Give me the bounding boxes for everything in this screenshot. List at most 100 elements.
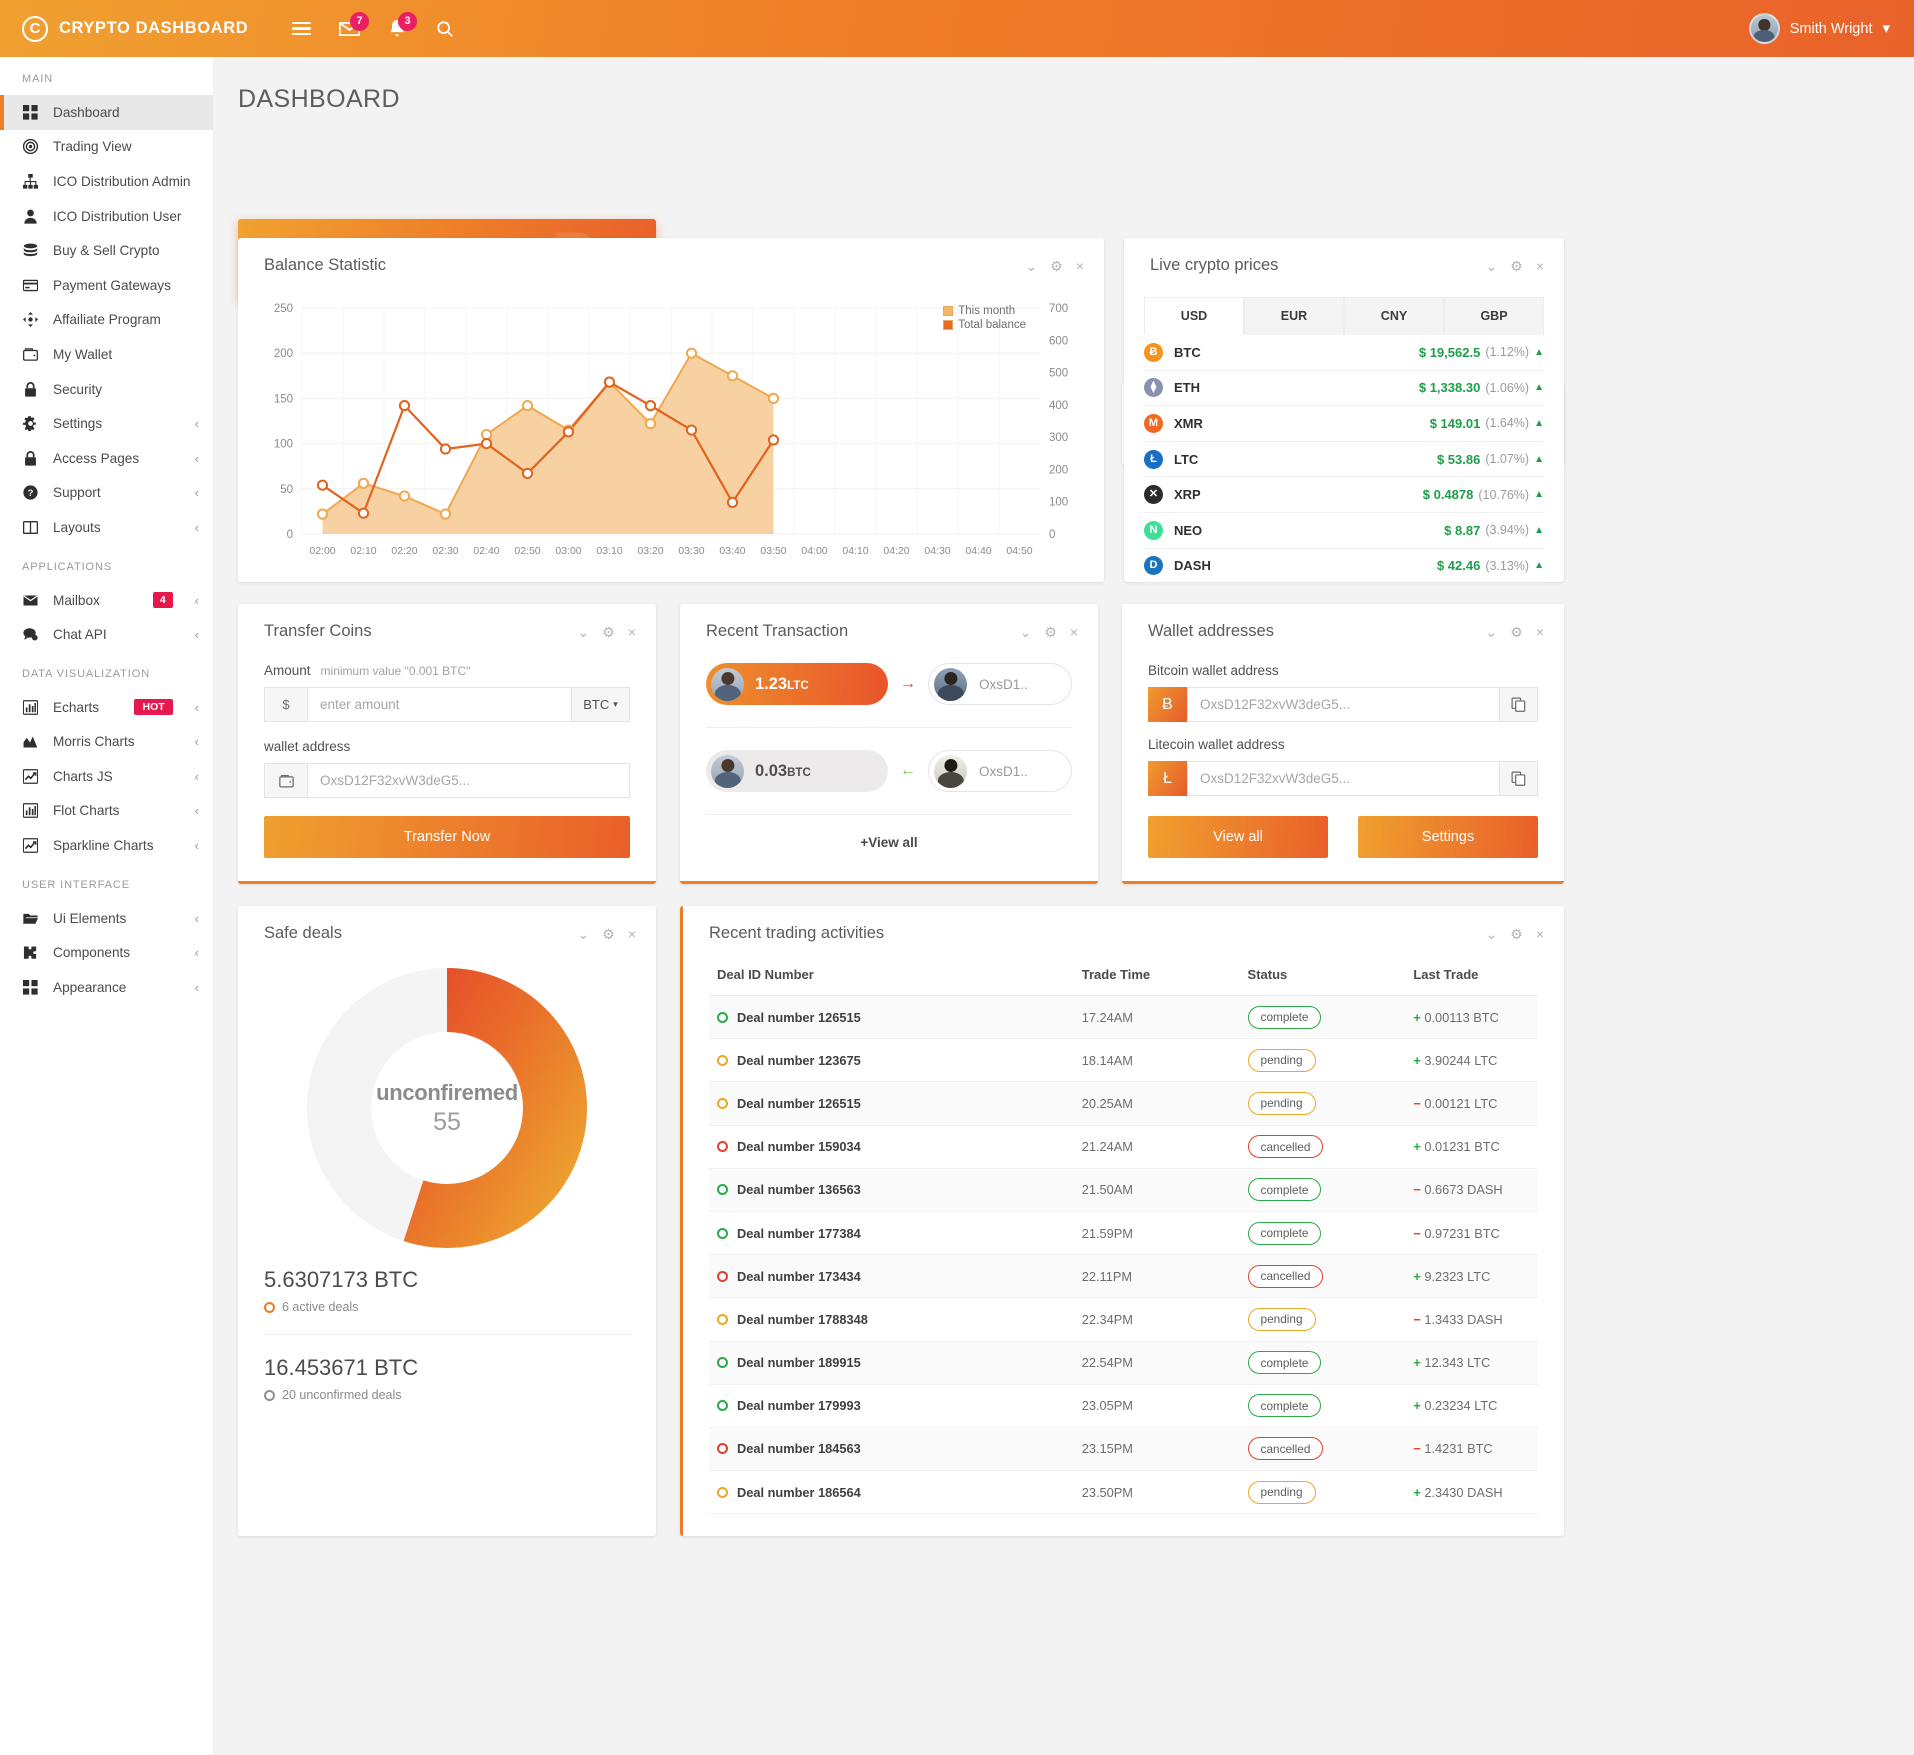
sidebar-item-ico-distribution-admin[interactable]: ICO Distribution Admin (0, 164, 213, 199)
search-icon[interactable] (434, 16, 456, 42)
close-icon[interactable]: × (1536, 625, 1544, 639)
settings-button[interactable]: Settings (1358, 816, 1538, 858)
litecoin-address-input[interactable] (1200, 771, 1487, 786)
collapse-icon[interactable]: ⌄ (1026, 259, 1038, 273)
sidebar-item-buy-sell-crypto[interactable]: Buy & Sell Crypto (0, 233, 213, 268)
sidebar-item-payment-gateways[interactable]: Payment Gateways (0, 268, 213, 303)
transaction-row[interactable]: 0.03BTC ← OxsD1.. (680, 750, 1098, 792)
chevron-left-icon[interactable]: ‹ (195, 628, 199, 641)
sidebar-item-echarts[interactable]: Echarts HOT ‹ (0, 690, 213, 725)
sidebar-item-morris-charts[interactable]: Morris Charts ‹ (0, 725, 213, 760)
view-all-button[interactable]: View all (1148, 816, 1328, 858)
sidebar-item-components[interactable]: Components ‹ (0, 935, 213, 970)
crypto-price-row[interactable]: Ł LTC $ 53.86 (1.07%) ▲ (1144, 442, 1544, 478)
sidebar-item-security[interactable]: Security (0, 372, 213, 407)
table-row[interactable]: Deal number 189915 22.54PM complete + 12.34… (709, 1341, 1538, 1385)
chevron-left-icon[interactable]: ‹ (195, 521, 199, 534)
sidebar-item-dashboard[interactable]: Dashboard (0, 95, 213, 130)
sidebar-item-ico-distribution-user[interactable]: ICO Distribution User (0, 199, 213, 234)
sidebar-item-settings[interactable]: Settings ‹ (0, 406, 213, 441)
sidebar-item-ui-elements[interactable]: Ui Elements ‹ (0, 901, 213, 936)
gear-icon[interactable]: ⚙ (1050, 259, 1063, 273)
view-all-link[interactable]: +View all (680, 835, 1098, 850)
sidebar-item-mailbox[interactable]: Mailbox 4 ‹ (0, 583, 213, 618)
copy-icon[interactable] (1500, 687, 1538, 722)
sidebar-item-charts-js[interactable]: Charts JS ‹ (0, 759, 213, 794)
table-row[interactable]: Deal number 126515 20.25AM pending − 0.0012… (709, 1081, 1538, 1126)
chevron-left-icon[interactable]: ‹ (195, 701, 199, 714)
chevron-left-icon[interactable]: ‹ (195, 804, 199, 817)
chevron-left-icon[interactable]: ‹ (195, 486, 199, 499)
envelope-icon[interactable]: 7 (338, 11, 369, 42)
close-icon[interactable]: × (1536, 259, 1544, 273)
collapse-icon[interactable]: ⌄ (1486, 927, 1498, 941)
transfer-now-button[interactable]: Transfer Now (264, 816, 630, 858)
amount-input[interactable] (320, 697, 559, 712)
gear-icon[interactable]: ⚙ (1510, 625, 1523, 639)
collapse-icon[interactable]: ⌄ (1486, 625, 1498, 639)
tab-eur[interactable]: EUR (1244, 297, 1344, 335)
collapse-icon[interactable]: ⌄ (1486, 259, 1498, 273)
crypto-price-row[interactable]: N NEO $ 8.87 (3.94%) ▲ (1144, 513, 1544, 549)
chevron-left-icon[interactable]: ‹ (195, 417, 199, 430)
sidebar-item-chat-api[interactable]: Chat API ‹ (0, 617, 213, 652)
table-row[interactable]: Deal number 126515 17.24AM complete + 0.001… (709, 995, 1538, 1040)
gear-icon[interactable]: ⚙ (1510, 259, 1523, 273)
collapse-icon[interactable]: ⌄ (1020, 625, 1032, 639)
gear-icon[interactable]: ⚙ (1510, 927, 1523, 941)
chevron-left-icon[interactable]: ‹ (195, 735, 199, 748)
sidebar-item-layouts[interactable]: Layouts ‹ (0, 510, 213, 545)
tab-gbp[interactable]: GBP (1444, 297, 1544, 335)
chevron-left-icon[interactable]: ‹ (195, 839, 199, 852)
crypto-price-row[interactable]: D DASH $ 42.46 (3.13%) ▲ (1144, 549, 1544, 585)
bitcoin-address-input[interactable] (1200, 697, 1487, 712)
close-icon[interactable]: × (1076, 259, 1084, 273)
close-icon[interactable]: × (628, 625, 636, 639)
table-row[interactable]: Deal number 177384 21.59PM complete − 0.972… (709, 1211, 1538, 1256)
sidebar-item-flot-charts[interactable]: Flot Charts ‹ (0, 794, 213, 829)
close-icon[interactable]: × (1070, 625, 1078, 639)
sidebar-item-my-wallet[interactable]: My Wallet (0, 337, 213, 372)
table-row[interactable]: Deal number 179993 23.05PM complete + 0.232… (709, 1384, 1538, 1428)
table-row[interactable]: Deal number 136563 21.50AM complete − 0.667… (709, 1168, 1538, 1212)
gear-icon[interactable]: ⚙ (602, 927, 615, 941)
sidebar-item-appearance[interactable]: Appearance ‹ (0, 970, 213, 1005)
sidebar-item-access-pages[interactable]: Access Pages ‹ (0, 441, 213, 476)
brand[interactable]: C CRYPTO DASHBOARD (0, 0, 260, 57)
tab-usd[interactable]: USD (1144, 297, 1244, 335)
crypto-price-row[interactable]: Ƀ BTC $ 19,562.5 (1.12%) ▲ (1144, 335, 1544, 371)
chevron-left-icon[interactable]: ‹ (195, 452, 199, 465)
collapse-icon[interactable]: ⌄ (578, 927, 590, 941)
table-row[interactable]: Deal number 184563 23.15PM cancelled − 1.42… (709, 1427, 1538, 1472)
sidebar-item-affailiate-program[interactable]: Affailiate Program (0, 303, 213, 338)
table-row[interactable]: Deal number 123675 18.14AM pending + 3.9024… (709, 1038, 1538, 1083)
hamburger-icon[interactable] (290, 16, 312, 42)
gear-icon[interactable]: ⚙ (602, 625, 615, 639)
table-row[interactable]: Deal number 159034 21.24AM cancelled + 0.01… (709, 1125, 1538, 1169)
crypto-price-row[interactable]: ✕ XRP $ 0.4878 (10.76%) ▲ (1144, 477, 1544, 513)
chevron-left-icon[interactable]: ‹ (195, 946, 199, 959)
collapse-icon[interactable]: ⌄ (578, 625, 590, 639)
coin-select[interactable]: BTC ▾ (572, 687, 630, 722)
chevron-left-icon[interactable]: ‹ (195, 981, 199, 994)
close-icon[interactable]: × (1536, 927, 1544, 941)
wallet-address-input[interactable] (320, 773, 617, 788)
tab-cny[interactable]: CNY (1344, 297, 1444, 335)
sidebar-item-trading-view[interactable]: Trading View (0, 130, 213, 165)
bell-icon[interactable]: 3 (386, 11, 417, 42)
copy-icon[interactable] (1500, 761, 1538, 796)
crypto-price-row[interactable]: ⧫ ETH $ 1,338.30 (1.06%) ▲ (1144, 371, 1544, 407)
sidebar-item-sparkline-charts[interactable]: Sparkline Charts ‹ (0, 828, 213, 863)
sidebar-item-support[interactable]: ? Support ‹ (0, 476, 213, 511)
table-row[interactable]: Deal number 186564 23.50PM pending + 2.3430… (709, 1470, 1538, 1515)
crypto-price-row[interactable]: M XMR $ 149.01 (1.64%) ▲ (1144, 406, 1544, 442)
chevron-left-icon[interactable]: ‹ (195, 770, 199, 783)
close-icon[interactable]: × (628, 927, 636, 941)
chevron-left-icon[interactable]: ‹ (195, 594, 199, 607)
transaction-row[interactable]: 1.23LTC → OxsD1.. (680, 663, 1098, 705)
table-row[interactable]: Deal number 173434 22.11PM cancelled + 9.23… (709, 1254, 1538, 1299)
chevron-left-icon[interactable]: ‹ (195, 912, 199, 925)
user-menu[interactable]: Smith Wright ▾ (1748, 13, 1914, 44)
table-row[interactable]: Deal number 1788348 22.34PM pending − 1.343… (709, 1297, 1538, 1342)
gear-icon[interactable]: ⚙ (1044, 625, 1057, 639)
